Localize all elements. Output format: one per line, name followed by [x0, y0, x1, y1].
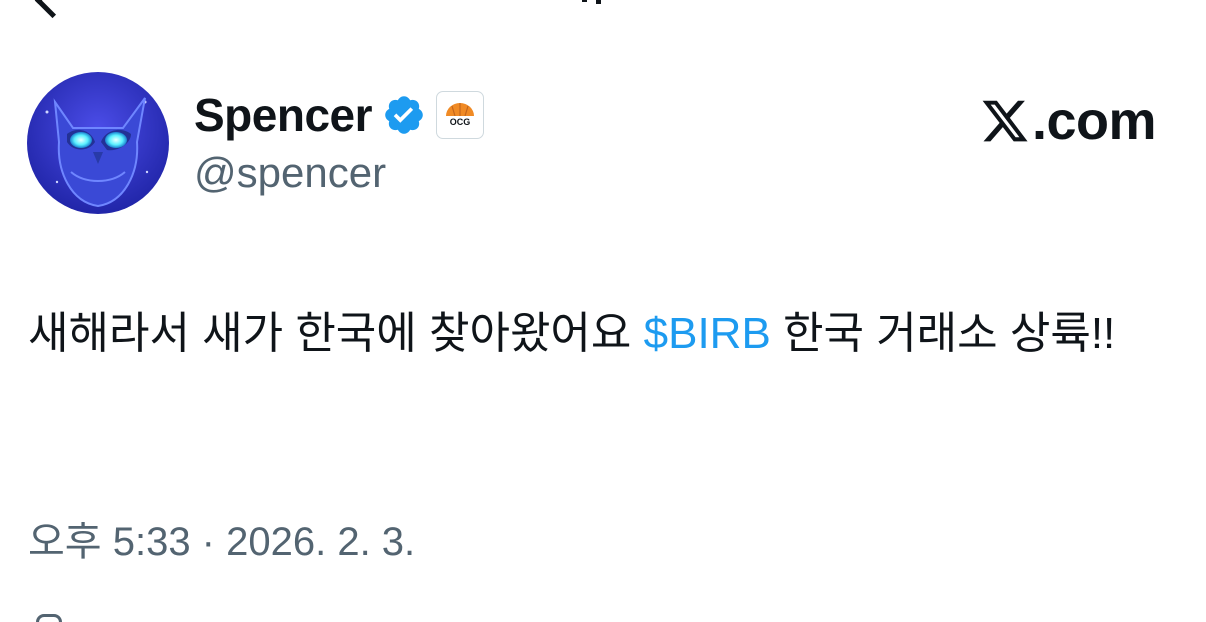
cashtag-link[interactable]: $BIRB [644, 309, 771, 358]
header-title-partial [556, 0, 646, 8]
header-bar-partial [0, 0, 1206, 19]
tweet-text-before: 새해라서 새가 한국에 찾아왔어요 [28, 309, 644, 358]
ocg-logo-icon: OCG [445, 103, 476, 127]
brand-suffix: .com [1031, 91, 1157, 151]
x-com-brand: .com [980, 91, 1157, 151]
tweet-text: 새해라서 새가 한국에 찾아왔어요 $BIRB 한국 거래소 상륙!! [28, 298, 1168, 370]
reply-icon-partial[interactable] [36, 614, 62, 622]
affiliation-badge-text: OCG [450, 117, 471, 127]
tweet-timestamp[interactable]: 오후 5:33 · 2026. 2. 3. [28, 522, 415, 562]
display-name[interactable]: Spencer [194, 92, 373, 138]
back-arrow-icon[interactable] [34, 0, 71, 19]
owl-avatar-icon [27, 72, 169, 214]
verified-badge-icon [385, 96, 423, 134]
tweet-text-after: 한국 거래소 상륙!! [770, 309, 1116, 358]
avatar[interactable] [27, 72, 169, 214]
author-handle[interactable]: @spencer [194, 152, 386, 194]
affiliation-badge[interactable]: OCG [436, 91, 485, 139]
x-logo-icon [982, 100, 1028, 142]
author-name-row: Spencer OCG [194, 86, 485, 144]
